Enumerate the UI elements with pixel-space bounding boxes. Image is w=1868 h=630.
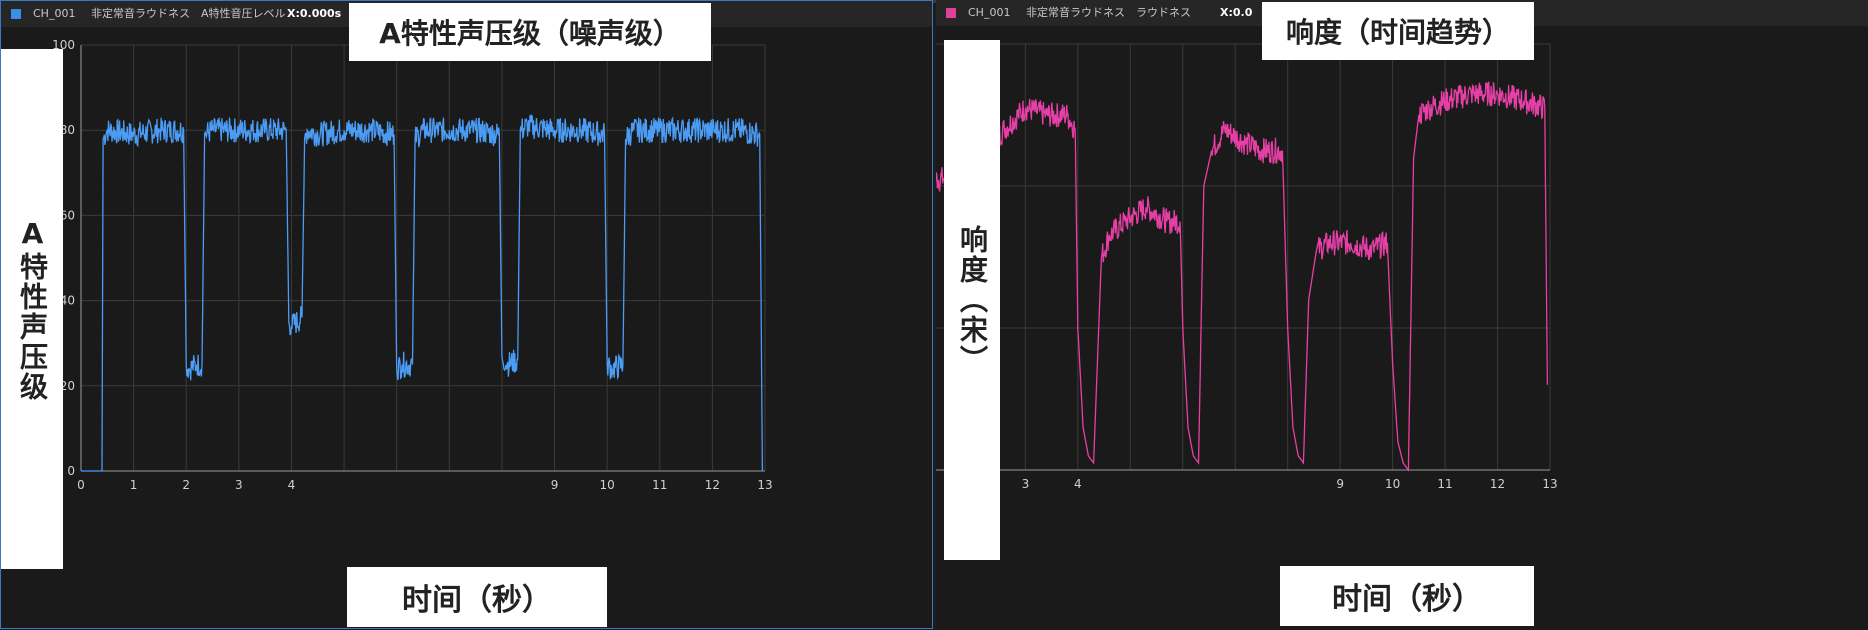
right-y-axis-label: 响度（宋）: [944, 40, 1000, 560]
right-chart-title: 响度（时间趋势）: [1262, 2, 1534, 60]
left-chart-title: A特性声压级（噪声级）: [349, 3, 711, 61]
left-x-axis-label: 时间（秒）: [347, 567, 607, 627]
left-x-tick-label: 10: [600, 478, 615, 492]
right-x-axis-label: 时间（秒）: [1280, 566, 1534, 626]
left-x-tick-label: 2: [182, 478, 190, 492]
right-x-tick-label: 4: [1074, 477, 1082, 491]
left-x-tick-label: 3: [235, 478, 243, 492]
right-x-tick-label: 13: [1542, 477, 1557, 491]
right-chart-panel[interactable]: CH_001 非定常音ラウドネス ラウドネス X:0.0 02040600123…: [936, 0, 1868, 629]
left-chart-svg[interactable]: 0204060801000 1 2 3 4 9 10 11 12 13: [1, 1, 934, 630]
left-x-tick-label: 12: [705, 478, 720, 492]
left-x-tick-label: 11: [652, 478, 667, 492]
left-x-tick-label: 0: [77, 478, 85, 492]
right-x-tick-label: 10: [1385, 477, 1400, 491]
right-x-tick-label: 9: [1336, 477, 1344, 491]
left-x-tick-label: 1: [130, 478, 138, 492]
right-x-tick-label: 12: [1490, 477, 1505, 491]
right-chart-svg[interactable]: 020406001234910111213: [936, 0, 1868, 629]
left-chart-panel[interactable]: CH_001 非定常音ラウドネス A特性音圧レベル X:0.000s 0 20 40…: [0, 0, 933, 629]
left-x-tick-label: 9: [551, 478, 559, 492]
right-x-tick-label: 3: [1022, 477, 1030, 491]
left-x-tick-label: 13: [757, 478, 772, 492]
right-series-line: [936, 81, 1549, 472]
left-y-tick-label: 0: [67, 464, 75, 478]
right-x-tick-label: 11: [1437, 477, 1452, 491]
left-x-tick-label: 4: [288, 478, 296, 492]
left-y-axis-label: A特性声压级: [1, 49, 63, 569]
